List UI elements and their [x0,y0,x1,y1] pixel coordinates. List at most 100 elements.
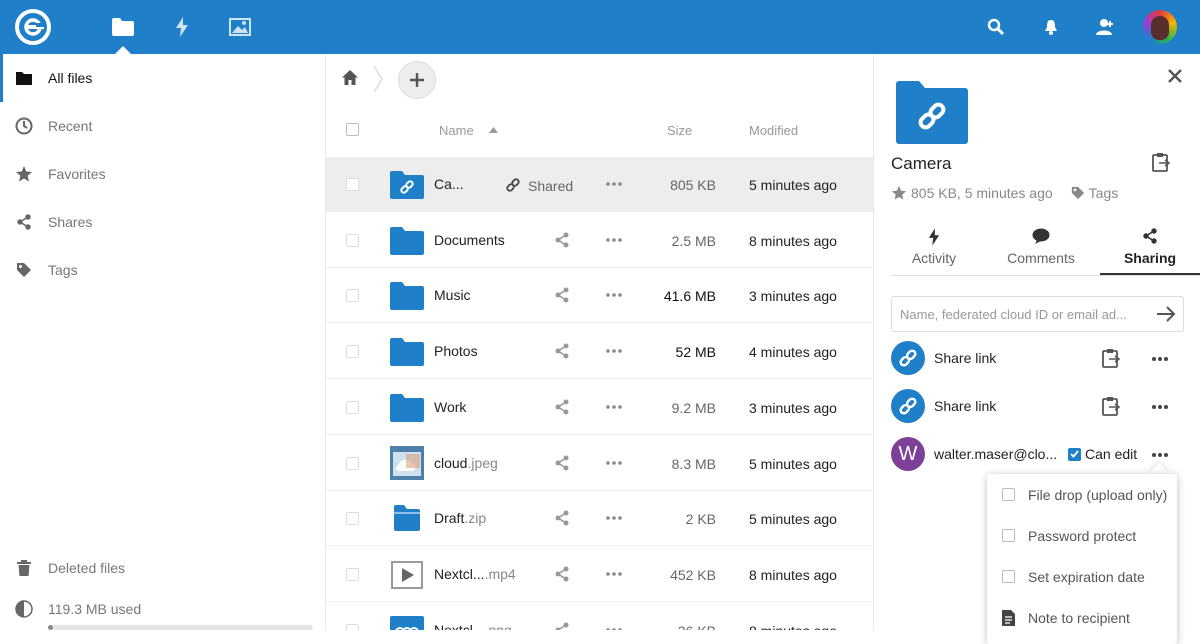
more-actions-icon[interactable] [604,344,624,358]
file-row[interactable]: Music 41.6 MB 3 minutes ago [326,268,873,324]
more-actions-icon[interactable] [604,177,624,191]
clipboard-icon[interactable] [1152,152,1172,172]
nav-item-shares[interactable]: Shares [0,198,325,246]
row-checkbox[interactable] [346,345,359,359]
row-checkbox[interactable] [346,400,359,414]
file-name[interactable]: Music [434,287,471,303]
copy-link-icon[interactable] [1102,348,1122,368]
nav-item-label: All files [48,70,93,86]
activity-app-icon[interactable] [167,12,197,42]
share-icon[interactable] [554,622,572,630]
file-extension: .mp4 [484,565,516,582]
share-with-input[interactable] [891,296,1184,332]
arrow-right-icon[interactable] [1156,305,1176,323]
bell-icon[interactable] [1038,14,1064,40]
row-checkbox[interactable] [346,623,359,630]
tab-label: Sharing [1123,250,1177,266]
close-icon[interactable] [1167,68,1185,86]
file-row[interactable]: Ca... Shared 805 KB 5 minutes ago [326,157,873,212]
nextcloud-logo-icon[interactable] [14,8,52,46]
nav-item-tags[interactable]: Tags [0,246,325,294]
file-row[interactable]: Nextcl....mp4 452 KB 8 minutes ago [326,547,873,602]
row-checkbox[interactable] [346,178,359,191]
expiration-date-checkbox[interactable] [1002,570,1015,583]
menu-item-file-drop[interactable]: File drop (upload only) [987,474,1177,515]
file-name[interactable]: cloud.jpeg [434,455,498,471]
zip-archive-icon [390,504,424,534]
search-icon[interactable] [983,14,1009,40]
tab-comments[interactable]: Comments [991,226,1091,275]
note-icon [1002,610,1015,626]
trash-icon [15,559,33,577]
file-row[interactable]: Draft.zip 2 KB 5 minutes ago [326,491,873,547]
home-icon[interactable] [341,69,361,89]
row-checkbox[interactable] [346,289,359,303]
column-header-modified[interactable]: Modified [749,123,798,138]
row-checkbox[interactable] [346,233,359,247]
file-name[interactable]: Nextcl....png [434,622,512,630]
files-app-icon[interactable] [108,12,138,42]
share-icon[interactable] [554,399,572,417]
file-modified: 8 minutes ago [749,623,837,630]
file-name[interactable]: Draft.zip [434,510,486,526]
share-icon[interactable] [554,510,572,528]
file-size: 8.3 MB [671,455,716,472]
tab-activity[interactable]: Activity [884,226,984,275]
copy-link-icon[interactable] [1102,396,1122,416]
password-protect-checkbox[interactable] [1002,529,1015,542]
nav-item-recent[interactable]: Recent [0,102,325,150]
more-options-icon[interactable] [1150,352,1170,366]
link-icon[interactable] [505,177,521,193]
more-actions-icon[interactable] [604,623,624,630]
menu-item-label: File drop (upload only) [1028,486,1168,503]
share-icon[interactable] [554,343,572,361]
tag-icon[interactable] [1071,186,1085,200]
more-actions-icon[interactable] [604,288,624,302]
share-icon[interactable] [554,232,572,250]
app-navigation: All files Recent Favorites Shares Tags D… [0,54,326,630]
file-row[interactable]: cloud.jpeg 8.3 MB 5 minutes ago [326,436,873,491]
nav-item-favorites[interactable]: Favorites [0,150,325,198]
file-name[interactable]: Work [434,399,466,415]
share-icon[interactable] [554,287,572,305]
row-checkbox[interactable] [346,567,359,581]
row-checkbox[interactable] [346,512,359,526]
tab-sharing[interactable]: Sharing [1100,226,1200,275]
gallery-app-icon[interactable] [225,12,255,42]
file-drop-checkbox[interactable] [1002,488,1015,501]
column-header-name[interactable]: Name [439,123,474,138]
file-row[interactable]: Photos 52 MB 4 minutes ago [326,324,873,380]
more-actions-icon[interactable] [604,511,624,525]
more-actions-icon[interactable] [604,567,624,581]
more-options-icon[interactable] [1150,448,1170,462]
can-edit-checkbox[interactable]: Can edit [1068,446,1137,462]
file-row[interactable]: Work 9.2 MB 3 minutes ago [326,380,873,435]
new-file-button[interactable] [398,61,436,99]
column-header-size[interactable]: Size [667,123,692,138]
share-icon[interactable] [554,455,572,473]
more-actions-icon[interactable] [604,400,624,414]
more-options-icon[interactable] [1150,400,1170,414]
contacts-icon[interactable] [1092,14,1118,40]
menu-item-expiration-date[interactable]: Set expiration date [987,556,1177,597]
nav-item-all-files[interactable]: All files [0,54,325,102]
more-actions-icon[interactable] [604,456,624,470]
file-name[interactable]: Nextcl....mp4 [434,566,516,582]
menu-item-password-protect[interactable]: Password protect [987,515,1177,556]
file-name[interactable]: Ca... [434,176,464,192]
user-avatar[interactable] [1143,10,1177,44]
file-row[interactable]: Nextcl....png 36 KB 8 minutes ago [326,603,873,630]
more-actions-icon[interactable] [604,233,624,247]
favorite-star-icon[interactable] [891,185,907,201]
row-checkbox[interactable] [346,456,359,470]
share-icon[interactable] [554,566,572,584]
file-name[interactable]: Photos [434,343,478,359]
file-size: 36 KB [678,623,716,630]
file-row[interactable]: Documents 2.5 MB 8 minutes ago [326,213,873,268]
file-size: 2 KB [685,511,716,528]
select-all-checkbox[interactable] [346,123,359,136]
file-name[interactable]: Documents [434,232,505,248]
menu-item-note-to-recipient[interactable]: Note to recipient [987,597,1177,638]
shared-status-label[interactable]: Shared [528,178,573,194]
tags-link[interactable]: Tags [1089,185,1119,201]
